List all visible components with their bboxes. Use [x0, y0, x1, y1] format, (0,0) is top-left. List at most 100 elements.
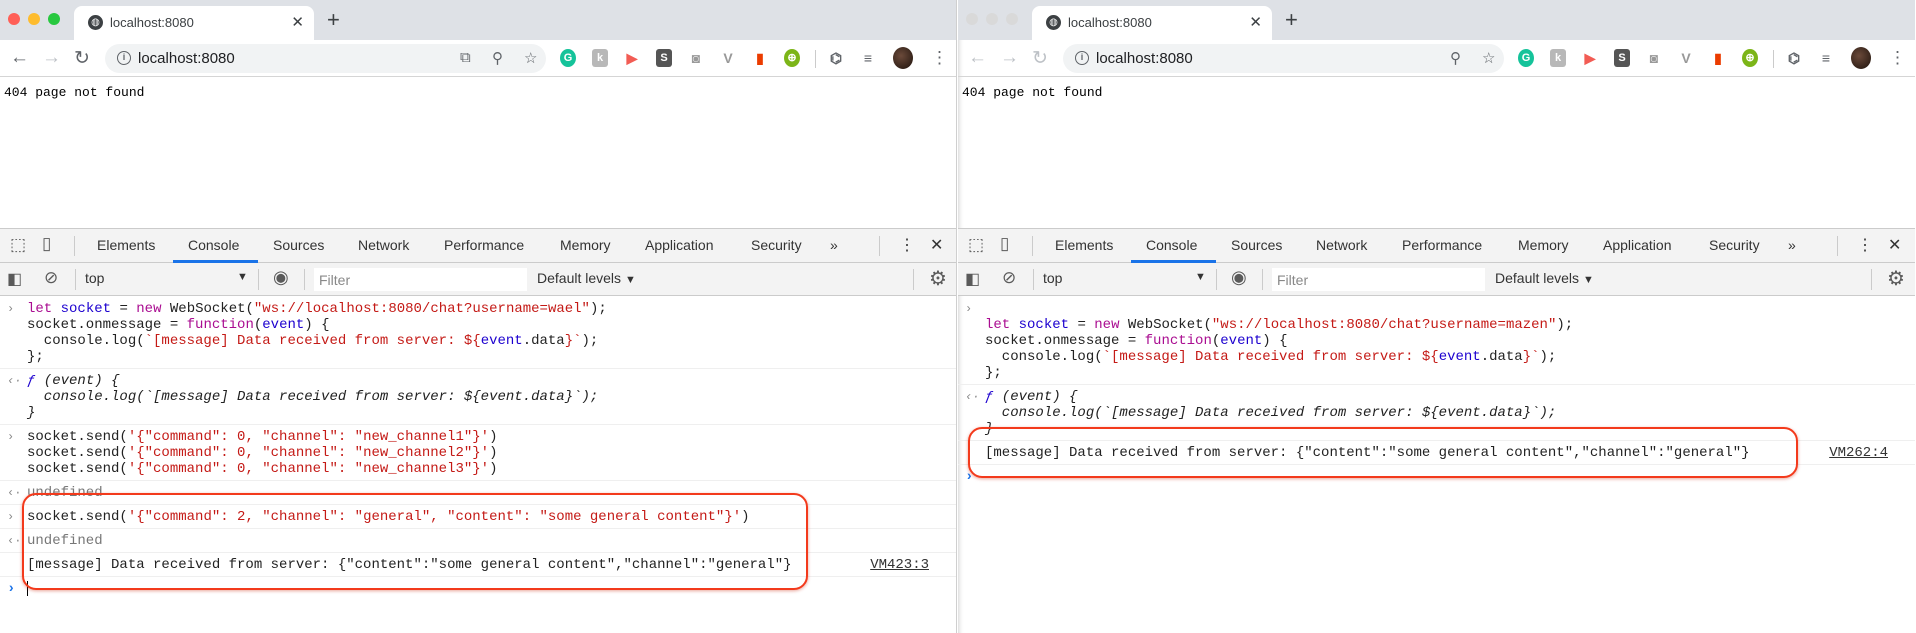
tab-security[interactable]: Security	[1709, 237, 1760, 253]
context-selector[interactable]: top	[1043, 270, 1062, 286]
close-devtools-icon[interactable]: ✕	[930, 235, 943, 255]
address-bar[interactable]: i localhost:8080 ⚲ ☆	[1063, 44, 1504, 73]
inspect-element-icon[interactable]: ⬚	[10, 235, 26, 255]
cast-icon[interactable]: ⌬	[828, 49, 844, 67]
clear-console-icon[interactable]: ⊘	[44, 268, 58, 288]
device-toolbar-icon[interactable]: ▯	[1000, 234, 1009, 254]
minimize-window-button[interactable]	[986, 13, 998, 25]
tab-elements[interactable]: Elements	[1055, 237, 1113, 253]
url-text[interactable]: localhost:8080	[1096, 50, 1193, 67]
office-icon[interactable]: ▮	[1710, 49, 1726, 67]
globe-green-icon[interactable]: ⊕	[784, 49, 800, 67]
bookmark-star-icon[interactable]: ☆	[524, 49, 537, 67]
live-expression-eye-icon[interactable]: ◉	[273, 267, 289, 288]
log-levels-dropdown[interactable]: Default levels ▼	[1495, 270, 1594, 286]
tab-console[interactable]: Console	[1146, 237, 1197, 253]
devtools-menu-icon[interactable]: ⋮	[899, 235, 915, 255]
info-icon[interactable]: i	[1075, 51, 1089, 65]
bookmark-star-icon[interactable]: ☆	[1482, 49, 1495, 67]
k-extension-icon[interactable]: k	[1550, 49, 1566, 67]
sidebar-toggle-icon[interactable]: ◧	[965, 269, 980, 289]
globe-green-icon[interactable]: ⊕	[1742, 49, 1758, 67]
close-window-button[interactable]	[966, 13, 978, 25]
tab-network[interactable]: Network	[358, 237, 409, 253]
more-tabs-icon[interactable]: »	[830, 237, 838, 253]
back-button[interactable]: ←	[10, 47, 29, 69]
tab-memory[interactable]: Memory	[560, 237, 611, 253]
url-text[interactable]: localhost:8080	[138, 50, 235, 67]
gear-icon[interactable]: ⚙	[929, 266, 947, 291]
vue-devtools-icon[interactable]: V	[1678, 49, 1694, 67]
tab-console[interactable]: Console	[188, 237, 239, 253]
code-line: socket.onmessage = function(event) {	[27, 317, 926, 333]
address-bar[interactable]: i localhost:8080 ⧉ ⚲ ☆	[105, 44, 546, 73]
more-tabs-icon[interactable]: »	[1788, 237, 1796, 253]
tab-sources[interactable]: Sources	[273, 237, 324, 253]
tab-application[interactable]: Application	[645, 237, 714, 253]
clear-console-icon[interactable]: ⊘	[1002, 268, 1016, 288]
media-controls-icon[interactable]: ≡	[860, 49, 876, 67]
chrome-menu-icon[interactable]: ⋮	[931, 48, 948, 68]
filter-input[interactable]: Filter	[314, 268, 527, 291]
s-extension-icon[interactable]: S	[656, 49, 672, 67]
browser-tab[interactable]: ◍ localhost:8080 ✕	[1032, 6, 1272, 40]
cast-icon[interactable]: ⌬	[1786, 49, 1802, 67]
live-expression-eye-icon[interactable]: ◉	[1231, 267, 1247, 288]
close-window-button[interactable]	[8, 13, 20, 25]
inspect-element-icon[interactable]: ⬚	[968, 235, 984, 255]
close-tab-icon[interactable]: ✕	[1249, 13, 1262, 31]
media-controls-icon[interactable]: ≡	[1818, 49, 1834, 67]
vue-devtools-icon[interactable]: V	[720, 49, 736, 67]
context-selector[interactable]: top	[85, 270, 104, 286]
tab-elements[interactable]: Elements	[97, 237, 155, 253]
sidebar-toggle-icon[interactable]: ◧	[7, 269, 22, 289]
reload-button[interactable]: ↻	[1032, 47, 1048, 70]
s-extension-icon[interactable]: S	[1614, 49, 1630, 67]
tab-sources[interactable]: Sources	[1231, 237, 1282, 253]
context-dropdown-icon[interactable]: ▼	[237, 271, 248, 283]
gear-icon[interactable]: ⚙	[1887, 266, 1905, 291]
install-app-icon[interactable]: ⧉	[460, 49, 471, 66]
avatar[interactable]	[893, 47, 913, 69]
zoom-icon[interactable]: ⚲	[1450, 49, 1461, 67]
camera-icon[interactable]: ◙	[1646, 49, 1662, 67]
reload-button[interactable]: ↻	[74, 47, 90, 70]
tab-performance[interactable]: Performance	[444, 237, 524, 253]
browser-tab[interactable]: ◍ localhost:8080 ✕	[74, 6, 314, 40]
new-tab-button[interactable]: +	[327, 7, 340, 33]
tab-security[interactable]: Security	[751, 237, 802, 253]
tab-application[interactable]: Application	[1603, 237, 1672, 253]
close-devtools-icon[interactable]: ✕	[1888, 235, 1901, 255]
device-toolbar-icon[interactable]: ▯	[42, 234, 51, 254]
avatar[interactable]	[1851, 47, 1871, 69]
zoom-window-button[interactable]	[1006, 13, 1018, 25]
zoom-window-button[interactable]	[48, 13, 60, 25]
source-link[interactable]: VM262:4	[1829, 445, 1888, 461]
grammarly-icon[interactable]: G	[560, 49, 576, 67]
tab-performance[interactable]: Performance	[1402, 237, 1482, 253]
tab-network[interactable]: Network	[1316, 237, 1367, 253]
info-icon[interactable]: i	[117, 51, 131, 65]
tab-memory[interactable]: Memory	[1518, 237, 1569, 253]
devtools-menu-icon[interactable]: ⋮	[1857, 235, 1873, 255]
divider	[74, 236, 75, 256]
camera-icon[interactable]: ◙	[688, 49, 704, 67]
context-dropdown-icon[interactable]: ▼	[1195, 271, 1206, 283]
forward-button[interactable]: →	[42, 47, 61, 69]
grammarly-icon[interactable]: G	[1518, 49, 1534, 67]
forward-button[interactable]: →	[1000, 47, 1019, 69]
chrome-menu-icon[interactable]: ⋮	[1889, 48, 1906, 68]
office-icon[interactable]: ▮	[752, 49, 768, 67]
back-button[interactable]: ←	[968, 47, 987, 69]
k-extension-icon[interactable]: k	[592, 49, 608, 67]
play-extension-icon[interactable]: ▶	[1582, 49, 1598, 67]
minimize-window-button[interactable]	[28, 13, 40, 25]
play-extension-icon[interactable]: ▶	[624, 49, 640, 67]
source-link[interactable]: VM423:3	[870, 557, 929, 573]
close-tab-icon[interactable]: ✕	[291, 13, 304, 31]
filter-input[interactable]: Filter	[1272, 268, 1485, 291]
zoom-icon[interactable]: ⚲	[492, 49, 503, 67]
devtools-tab-bar: ⬚ ▯ Elements Console Sources Network Per…	[958, 229, 1915, 263]
new-tab-button[interactable]: +	[1285, 7, 1298, 33]
log-levels-dropdown[interactable]: Default levels ▼	[537, 270, 636, 286]
